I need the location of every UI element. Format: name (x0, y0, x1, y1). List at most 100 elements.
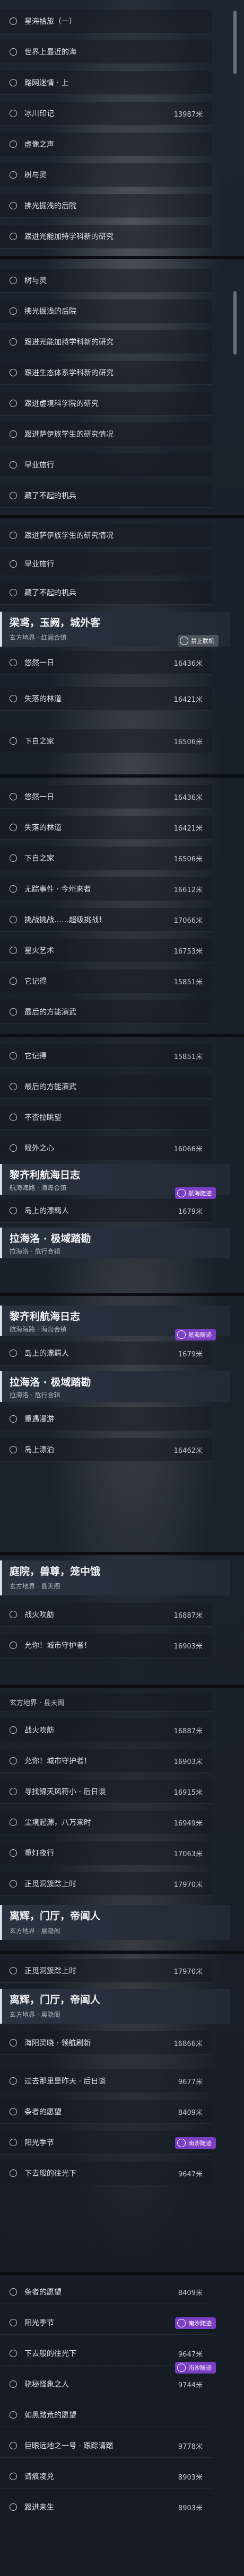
quest-row[interactable]: 寻找锦天风符小 · 后日谈 16915米 (0, 1780, 212, 1804)
scrollbar[interactable] (233, 291, 237, 355)
quest-distance: 16436米 (173, 793, 203, 802)
circle-icon (10, 916, 17, 923)
quest-row[interactable]: 早业旅行 (0, 453, 212, 477)
region-subtitle: 玄方地界 · 红阙合镇 (10, 634, 67, 641)
quest-row[interactable]: 跟进来生 8903米 (0, 2495, 212, 2519)
screen-strip-6: 黎齐利航海日志 航海海路 · 海岛合镇 航海随迹 岛上的漂羁人 1679米 拉海洛… (0, 1296, 244, 1554)
quest-row[interactable]: 岛上的漂羁人 1679米 (0, 1199, 212, 1223)
badge-label: 南沙随迹 (188, 2140, 212, 2147)
badge-label: 南沙随迹 (188, 2365, 212, 2371)
quest-row[interactable]: 树与灵 (0, 163, 212, 187)
quest-row[interactable]: 重灯夜行 17063米 (0, 1841, 212, 1865)
quest-distance: 16506米 (173, 738, 203, 746)
quest-row[interactable]: 最后的方能演武 (0, 1075, 212, 1099)
quest-row[interactable]: 失落的林道 16421米 (0, 816, 212, 840)
quest-row[interactable]: 星火艺术 16753米 (0, 939, 212, 963)
region-title: 庭院，兽尊，笼中饿 (10, 1566, 101, 1577)
quest-row[interactable]: 岛上漂泊 16462米 (0, 1438, 212, 1462)
quest-distance: 9744米 (178, 2381, 203, 2389)
quest-row[interactable]: 树与灵 (0, 269, 212, 293)
circle-icon (10, 1880, 17, 1887)
quest-row[interactable]: 冰川印记 13987米 (0, 102, 212, 126)
quest-row[interactable]: 悠然一日 16436米 (0, 651, 212, 675)
quest-row[interactable]: 下自之家 16506米 (0, 846, 212, 870)
quest-row[interactable]: 藏了不起的机兵 (0, 581, 212, 605)
quest-name: 战火吹舫 (24, 1611, 54, 1619)
quest-row[interactable]: 跟进光能加持学科新的研究 (0, 330, 212, 354)
quest-row[interactable]: 拂光掘浅的后院 (0, 299, 212, 323)
region-header[interactable]: 拉海洛 · 极域踏勘 拉海洛 · 危行合辑 (0, 1371, 230, 1402)
region-header[interactable]: 庭院，兽尊，笼中饿 玄方地界 · 县天阁 (0, 1560, 230, 1595)
quest-row[interactable]: 它记得 15851米 (0, 1044, 212, 1068)
quest-name: 失落的林道 (24, 824, 62, 832)
quest-row[interactable]: 巨眼远地之一号 · 跟踪请踏 9778米 (0, 2434, 212, 2458)
quest-distance: 16436米 (173, 659, 203, 668)
quest-row[interactable]: 尘境起源，八万来时 16949米 (0, 1811, 212, 1834)
quest-row[interactable]: 骁秘怪象之人 9744米 (0, 2372, 212, 2396)
quest-row[interactable]: 失落的林道 16421米 (0, 687, 212, 711)
badge-label: 禁止联机 (191, 638, 214, 645)
quest-row[interactable]: 允你！城市守护者！ 16903米 (0, 1749, 212, 1773)
quest-row[interactable]: 跟进光能加持学科新的研究 (0, 225, 212, 249)
quest-row[interactable]: 最后的方能演武 (0, 1000, 212, 1024)
quest-distance: 16753米 (173, 947, 203, 956)
quest-row[interactable]: 无踪事件 · 今州来者 16612米 (0, 877, 212, 901)
quest-row[interactable]: 正觅洞簇踪上时 17970米 (0, 1959, 212, 1983)
quest-row[interactable]: 海阳灵晓 · 领航刷新 16866米 (0, 2031, 212, 2055)
quest-row[interactable]: 星海拾旅（一） (0, 10, 212, 33)
quest-name: 巨眼远地之一号 · 跟踪请踏 (24, 2442, 114, 2450)
quest-row[interactable]: 过去那里是昨天 · 后日谈 9677米 (0, 2069, 212, 2093)
quest-row[interactable]: 路网迷情 · 上 (0, 71, 212, 95)
quest-row[interactable]: 世界上最近的海 (0, 40, 212, 64)
quest-row[interactable]: 拂光掘浅的后院 (0, 194, 212, 218)
quest-row[interactable]: 岛上的漂羁人 1679米 (0, 1342, 212, 1365)
quest-name: 藏了不起的机兵 (24, 492, 76, 500)
circle-icon (10, 492, 17, 499)
quest-row[interactable]: 虚像之声 (0, 133, 212, 156)
quest-row[interactable]: 跟进虚境科学院的研究 (0, 392, 212, 416)
quest-row[interactable]: 早业旅行 (0, 552, 212, 576)
region-header[interactable]: 拉海洛 · 极域踏勘 拉海洛 · 危行合辑 (0, 1228, 230, 1258)
quest-row[interactable]: 藏了不起的机兵 (0, 484, 212, 508)
quest-name: 跟进光能加持学科新的研究 (24, 233, 114, 241)
quest-row[interactable]: 条者的愿望 8409米 (0, 2280, 212, 2304)
quest-row[interactable]: 战火吹舫 16887米 (0, 1603, 212, 1627)
quest-row[interactable]: 战火吹舫 16887米 (0, 1718, 212, 1742)
region-title: 黎齐利航海日志 (10, 1169, 81, 1181)
quest-row[interactable]: 下自之家 16506米 (0, 729, 212, 753)
quest-row[interactable]: 不否拉眺望 (0, 1106, 212, 1130)
circle-icon (10, 461, 17, 469)
quest-row[interactable]: 重遇漫游 (0, 1407, 212, 1431)
badge-label: 南沙随迹 (188, 2320, 212, 2327)
quest-row[interactable]: 悠然一日 16436米 (0, 785, 212, 809)
quest-distance: 8409米 (178, 2289, 203, 2297)
quest-name: 过去那里是昨天 · 后日谈 (24, 2077, 106, 2086)
quest-distance: 16887米 (173, 1727, 203, 1735)
quest-name: 世界上最近的海 (24, 48, 76, 57)
quest-row[interactable]: 跟进生态体系学科新的研究 (0, 361, 212, 385)
scrollbar[interactable] (233, 11, 237, 74)
travel-badge: 南沙随迹 (175, 2362, 216, 2374)
quest-row[interactable]: 如黑踏荒的愿望 (0, 2403, 212, 2427)
quest-distance: 16066米 (173, 1145, 203, 1153)
circle-icon (10, 793, 17, 800)
quest-row[interactable]: 眼外之心 16066米 (0, 1136, 212, 1160)
quest-row[interactable]: 跟进萨伊族学生的研究情况 (0, 422, 212, 446)
quest-distance: 1679米 (178, 1350, 203, 1358)
screen-strip-5: 它记得 15851米 最后的方能演武 不否拉眺望 眼外之心 16066米 黎齐利航海… (0, 1037, 244, 1294)
region-title: 拉海洛 · 极域踏勘 (10, 1233, 91, 1245)
region-header[interactable]: 离辉，门厅，帝阊人 玄方地界 · 晨隐阁 (0, 1989, 230, 2024)
compass-icon (177, 1189, 186, 1197)
quest-name: 重灯夜行 (24, 1849, 54, 1858)
quest-row[interactable]: 正觅洞簇踪上时 17970米 (0, 1872, 212, 1896)
quest-row[interactable]: 挑战挑战……超级挑战！ 17066米 (0, 908, 212, 932)
quest-row[interactable]: 条者的愿望 8409米 (0, 2100, 212, 2124)
quest-name: 拂光掘浅的后院 (24, 307, 76, 316)
quest-row[interactable]: 跟进萨伊族学生的研究情况 (0, 524, 212, 548)
quest-row[interactable]: 下去般的往光下 9647米 (0, 2162, 212, 2185)
region-header[interactable]: 离辉，门厅，帝阊人 玄方地界 · 晨隐阁 (0, 1905, 230, 1940)
quest-row[interactable]: 请痕凌兑 8903米 (0, 2465, 212, 2489)
travel-badge: 南沙随迹 (175, 2137, 216, 2149)
quest-row[interactable]: 允你！城市守护者！ 16903米 (0, 1634, 212, 1657)
quest-row[interactable]: 它记得 15851米 (0, 969, 212, 993)
